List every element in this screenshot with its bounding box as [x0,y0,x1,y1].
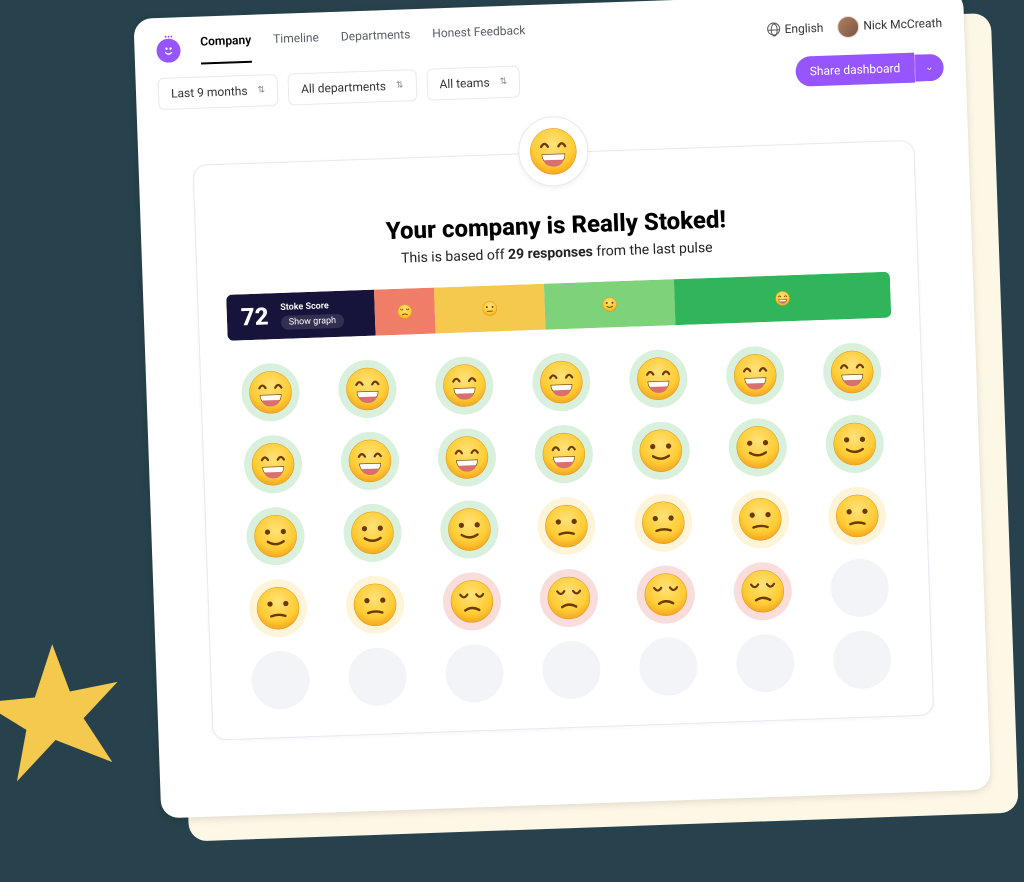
filter-time[interactable]: Last 9 months ⇅ [158,74,279,110]
response-grid [229,342,905,711]
response-empty [829,558,889,618]
user-menu[interactable]: Nick McCreath [837,13,942,39]
response-grin [241,362,301,422]
chevron-updown-icon: ⇅ [257,85,265,95]
response-count: 29 responses [508,244,593,263]
response-grin [534,424,594,484]
response-empty [638,637,698,697]
response-neutral-down [827,486,887,546]
response-grin [531,352,591,412]
response-grin [243,434,303,494]
response-neutral-down [633,493,693,553]
response-neutral-down [249,578,309,638]
score-segment-green-dark [674,272,891,326]
show-graph-button[interactable]: Show graph [281,313,345,329]
results-panel: Your company is Really Stoked! This is b… [193,140,935,741]
response-grin [628,349,688,409]
response-neutral-down [536,496,596,556]
score-box: 72 Stoke Score Show graph [226,290,376,341]
response-smile [727,417,787,477]
filter-time-label: Last 9 months [171,84,248,101]
filter-team-label: All teams [439,76,490,92]
app-logo-icon [156,38,181,63]
filter-team[interactable]: All teams ⇅ [426,65,521,100]
response-smile [440,499,500,559]
response-empty [251,650,311,710]
score-segment-amber [434,284,546,334]
response-grin [338,359,398,419]
response-neutral-down [345,575,405,635]
avatar [837,16,860,39]
headline-prefix: Your company is [385,211,572,245]
share-dropdown-button[interactable]: ⌄ [914,53,944,81]
tab-timeline[interactable]: Timeline [273,30,320,62]
tab-honest-feedback[interactable]: Honest Feedback [432,23,526,56]
response-sad [442,571,502,631]
tab-company[interactable]: Company [200,33,252,65]
tab-departments[interactable]: Departments [341,27,411,59]
response-smile [631,421,691,481]
user-name: Nick McCreath [863,16,942,33]
share-group: Share dashboard ⌄ [795,52,944,87]
response-sad [636,565,696,625]
response-grin [725,345,785,405]
response-smile [343,503,403,563]
score-bar: 72 Stoke Score Show graph [226,272,891,341]
response-sad [732,561,792,621]
chevron-down-icon: ⌄ [925,61,934,72]
response-grin [435,356,495,416]
filter-department-label: All departments [301,79,386,96]
response-empty [348,647,408,707]
response-grin [822,342,882,402]
response-empty [832,630,892,690]
response-smile [246,506,306,566]
response-empty [735,633,795,693]
response-smile [824,414,884,474]
score-segment-green-light [544,279,676,330]
response-grin [437,428,497,488]
subline-suffix: from the last pulse [593,240,713,260]
decoration-star [0,633,137,798]
globe-icon [767,22,780,35]
response-empty [445,643,505,703]
main-content: Your company is Really Stoked! This is b… [193,140,935,741]
headline-highlight: Really Stoked! [571,205,727,238]
response-sad [539,568,599,628]
chevron-updown-icon: ⇅ [499,77,507,87]
response-grin [340,431,400,491]
chevron-updown-icon: ⇅ [396,81,404,91]
response-neutral-down [730,489,790,549]
subline-prefix: This is based off [401,247,508,267]
filter-department[interactable]: All departments ⇅ [288,69,418,105]
share-dashboard-button[interactable]: Share dashboard [795,53,914,87]
response-empty [541,640,601,700]
language-label: English [784,21,823,36]
app-card: Company Timeline Departments Honest Feedbac… [133,0,990,818]
score-label: Stoke Score [280,300,344,312]
language-selector[interactable]: English [767,21,823,37]
score-value: 72 [240,302,269,331]
score-segment-red [374,288,436,336]
